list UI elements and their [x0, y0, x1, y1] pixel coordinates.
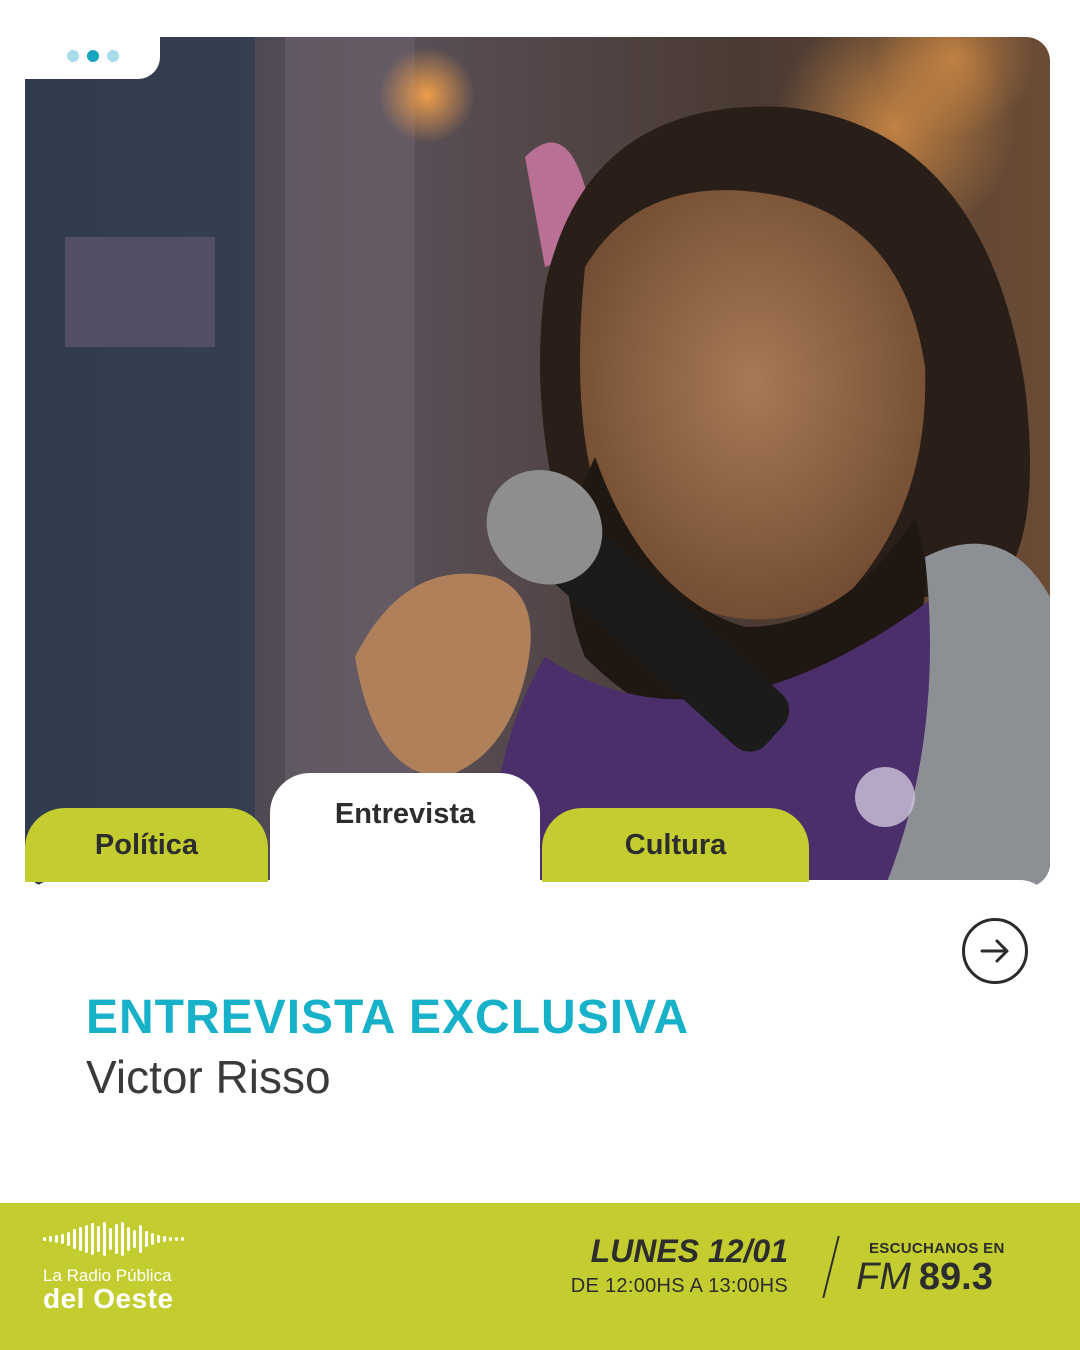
headline: ENTREVISTA EXCLUSIVA	[86, 991, 690, 1044]
logo-text-line2: del Oeste	[43, 1283, 174, 1314]
guest-name: Victor Risso	[86, 1051, 331, 1103]
listen-label: ESCUCHANOS EN	[869, 1240, 1005, 1257]
tab-politica[interactable]: Política	[25, 808, 268, 882]
soundwave-logo-icon	[43, 1222, 184, 1256]
hero-photo	[25, 37, 1050, 887]
tab-entrevista[interactable]: Entrevista	[270, 773, 540, 893]
broadcast-time: DE 12:00HS A 13:00HS	[570, 1275, 788, 1297]
broadcast-date: LUNES 12/01	[590, 1233, 788, 1269]
carousel-dot-1[interactable]	[67, 50, 79, 62]
frequency-band: FM	[856, 1256, 911, 1298]
tab-cultura[interactable]: Cultura	[542, 808, 809, 882]
arrow-right-icon	[980, 939, 1009, 963]
carousel-dot-3[interactable]	[107, 50, 119, 62]
category-tabs: Política Entrevista Cultura	[0, 770, 1080, 893]
next-arrow-button[interactable]	[962, 918, 1028, 984]
frequency: FM 89.3	[856, 1256, 993, 1299]
tab-entrevista-label: Entrevista	[334, 798, 476, 830]
tab-politica-label: Política	[94, 828, 199, 861]
tab-cultura-label: Cultura	[624, 828, 727, 861]
carousel-dot-2-active[interactable]	[87, 50, 99, 62]
frequency-number: 89.3	[918, 1256, 993, 1298]
